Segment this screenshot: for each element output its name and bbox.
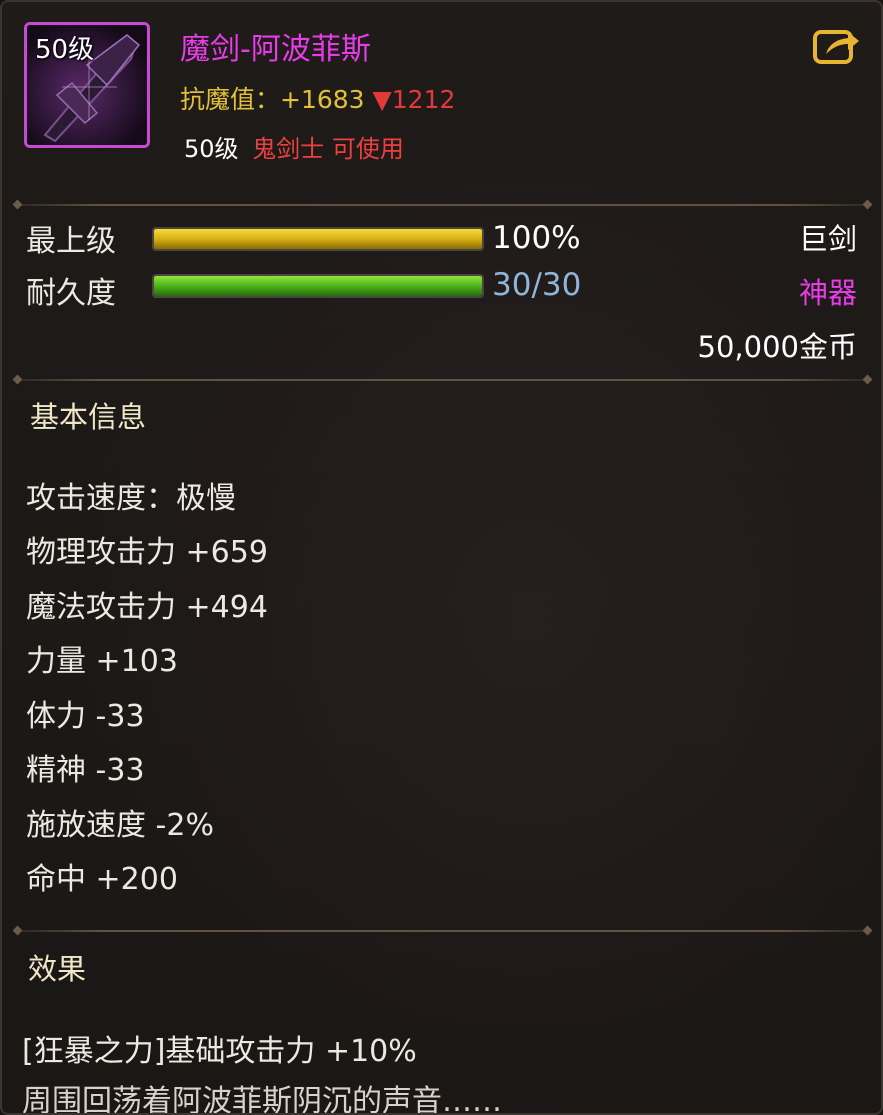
divider-basic [16,379,869,381]
price: 50,000金币 [697,330,857,364]
grade-bar [152,227,484,251]
usable-class: 鬼剑士 可使用 [252,135,404,163]
item-tooltip-panel: 50级 魔剑-阿波菲斯 抗魔值：+1683 ▼1212 50级 鬼剑士 可使用 … [0,0,883,1115]
share-arrow-icon [813,30,859,64]
item-icon[interactable]: 50级 [24,22,150,148]
share-button[interactable] [812,24,862,66]
attribute-row: 体力 -33 [26,699,145,734]
requirement-row: 50级 鬼剑士 可使用 [184,129,404,164]
attribute-row: 力量 +103 [26,644,178,679]
attribute-row: 物理攻击力 +659 [26,535,268,570]
item-type: 巨剑 [798,222,857,256]
divider-effects [16,930,869,932]
effect-description: 周围回荡着阿波菲斯阴沉的声音…… [22,1084,502,1115]
anti-magic-value: +1683 [280,85,365,114]
durability-bar-fill [154,276,482,296]
durability-value: 30/30 [492,267,582,303]
item-icon-level: 50级 [35,35,95,65]
divider-top [16,204,869,206]
attribute-row: 魔法攻击力 +494 [26,590,268,625]
durability-label: 耐久度 [26,276,116,311]
effects-title: 效果 [28,952,87,986]
attribute-row: 攻击速度：极慢 [26,481,236,516]
rarity-label: 神器 [798,276,857,310]
attribute-row: 精神 -33 [26,753,145,788]
durability-bar [152,274,484,298]
anti-magic-compare: ▼1212 [372,85,456,114]
basic-info-title: 基本信息 [30,400,147,434]
attribute-row: 施放速度 -2% [26,808,214,843]
anti-magic-label: 抗魔值： [180,85,281,114]
anti-magic-row: 抗魔值：+1683 ▼1212 [180,80,455,116]
attribute-row: 命中 +200 [26,862,178,897]
effect-line: [狂暴之力]基础攻击力 +10% [22,1034,417,1069]
grade-bar-fill [154,229,482,249]
grade-percent: 100% [492,220,581,256]
item-name: 魔剑-阿波菲斯 [180,32,371,67]
required-level: 50级 [184,135,239,163]
grade-label: 最上级 [26,224,116,259]
